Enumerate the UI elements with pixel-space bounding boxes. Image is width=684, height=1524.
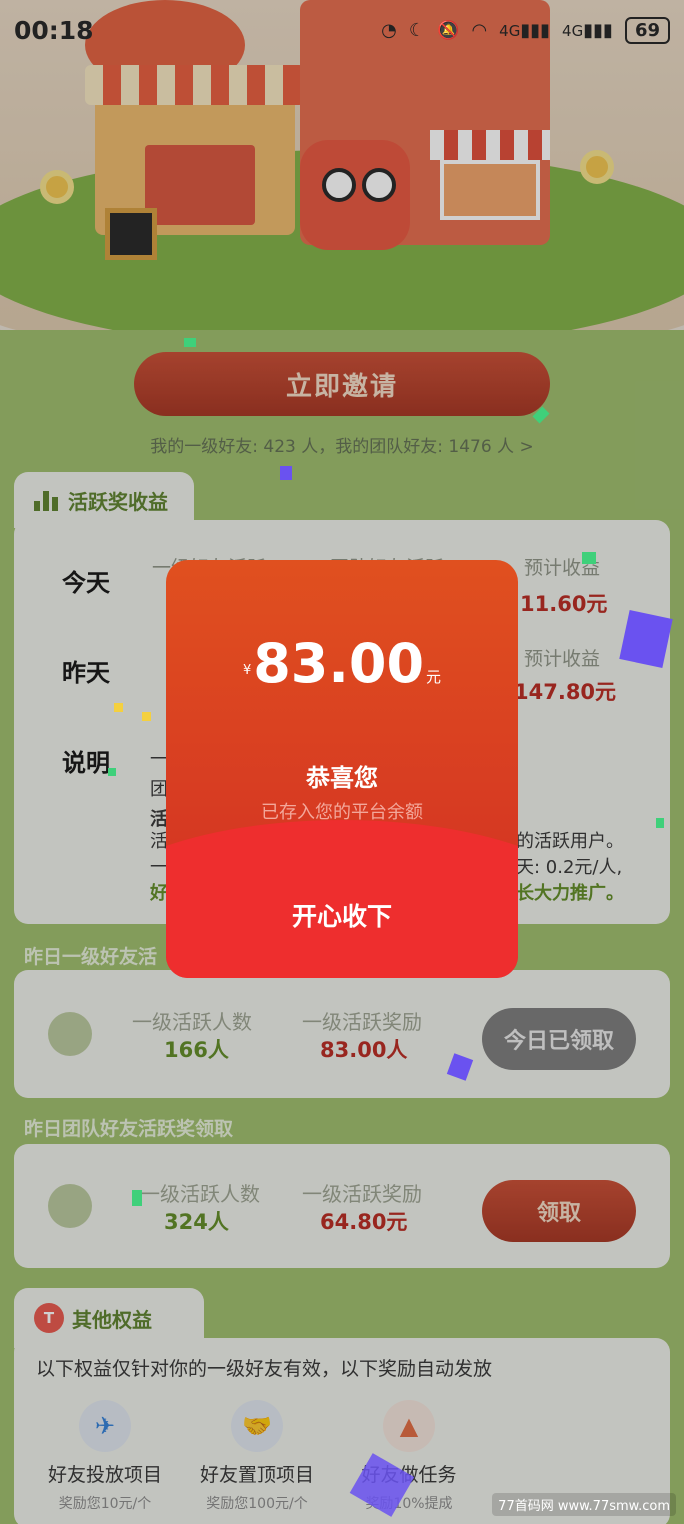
wifi-icon: ◠	[471, 19, 488, 41]
watermark: 77首码网 www.77smw.com	[492, 1493, 676, 1516]
confetti-piece	[114, 703, 123, 712]
reward-amount: ¥83.00 元	[166, 632, 518, 695]
confetti-piece	[184, 338, 196, 347]
status-icons: ◔ ☾ 🔕 ◠ 4G▮▮▮ 4G▮▮▮ 69	[381, 16, 670, 44]
confetti-piece	[108, 768, 116, 776]
signal-icon: 4G▮▮▮	[499, 19, 551, 41]
amount-value: 83.00	[253, 632, 425, 695]
status-time: 00:18	[14, 15, 94, 45]
confetti-piece	[142, 712, 151, 721]
battery-indicator: 69	[624, 16, 670, 44]
confetti-piece	[280, 466, 292, 480]
confetti-piece	[132, 1190, 142, 1206]
page: 00:18 ◔ ☾ 🔕 ◠ 4G▮▮▮ 4G▮▮▮ 69 立即邀请 我的一级好友…	[0, 0, 684, 1524]
amount-unit: 元	[426, 668, 442, 686]
accept-reward-button[interactable]: 开心收下	[166, 890, 518, 940]
confetti-piece	[656, 818, 664, 828]
speed-icon: ◔	[381, 19, 397, 41]
signal-icon-2: 4G▮▮▮	[562, 19, 613, 41]
currency-symbol: ¥	[242, 663, 252, 678]
status-bar: 00:18 ◔ ☾ 🔕 ◠ 4G▮▮▮ 4G▮▮▮ 69	[0, 0, 684, 60]
reward-modal: ¥83.00 元 恭喜您 已存入您的平台余额 开心收下	[166, 560, 518, 978]
moon-icon: ☾	[408, 19, 426, 41]
congrats-subtitle: 已存入您的平台余额	[261, 802, 423, 823]
congrats-title: 恭喜您	[306, 764, 378, 792]
bell-muted-icon: 🔕	[437, 19, 460, 41]
confetti-piece	[582, 552, 596, 564]
